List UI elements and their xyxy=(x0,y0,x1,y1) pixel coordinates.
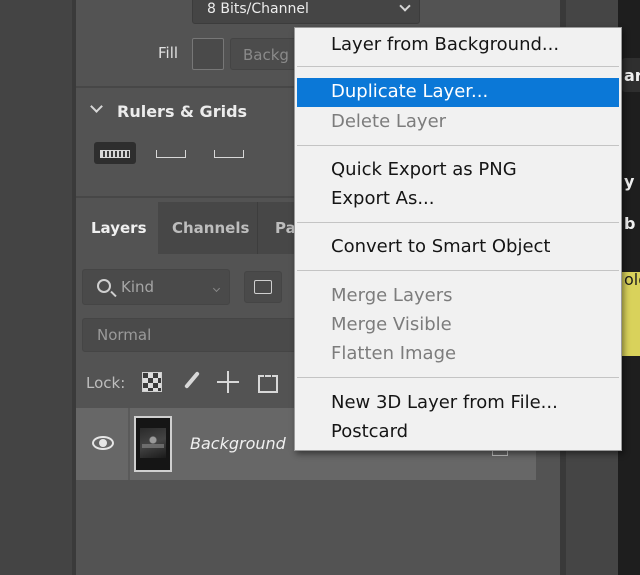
blend-mode-select[interactable]: Normal xyxy=(82,318,302,352)
menu-separator xyxy=(297,270,619,271)
lock-label: Lock: xyxy=(86,374,126,392)
menu-item-duplicate-layer[interactable]: Duplicate Layer... xyxy=(297,78,619,107)
tab-layers[interactable]: Layers xyxy=(76,202,158,254)
bit-depth-value: 8 Bits/Channel xyxy=(207,1,309,17)
tab-label: Layers xyxy=(91,219,147,237)
menu-item-label: Merge Visible xyxy=(331,314,452,335)
row-divider xyxy=(128,408,130,480)
rulers-grids-title: Rulers & Grids xyxy=(117,102,248,121)
search-icon xyxy=(97,279,111,293)
menu-item-label: Flatten Image xyxy=(331,343,457,364)
menu-item-quick-export-png[interactable]: Quick Export as PNG xyxy=(295,156,621,185)
grid-icon xyxy=(156,150,186,158)
layer-name: Background xyxy=(190,434,286,453)
menu-separator xyxy=(297,145,619,146)
fill-label: Fill xyxy=(158,44,179,62)
rulers-toggle-button[interactable] xyxy=(94,142,136,164)
tab-label: Channels xyxy=(172,219,250,237)
grid-toggle-button[interactable] xyxy=(150,142,192,164)
menu-item-label: Convert to Smart Object xyxy=(331,236,551,257)
menu-item-label: Merge Layers xyxy=(331,285,453,306)
menu-separator xyxy=(297,377,619,378)
menu-item-label: Quick Export as PNG xyxy=(331,159,517,180)
layer-context-menu: Layer from Background... Duplicate Layer… xyxy=(294,27,622,451)
fill-color-swatch[interactable] xyxy=(192,38,224,70)
right-panel-text: b xyxy=(624,214,636,233)
layers-panel-footer xyxy=(76,480,536,575)
menu-separator xyxy=(297,66,619,67)
menu-item-export-as[interactable]: Export As... xyxy=(295,185,621,214)
menu-item-delete-layer: Delete Layer xyxy=(295,108,621,137)
menu-item-merge-layers: Merge Layers xyxy=(295,282,621,311)
pixel-layer-filter-button[interactable] xyxy=(244,271,282,303)
menu-item-merge-visible: Merge Visible xyxy=(295,311,621,340)
lock-position-icon[interactable] xyxy=(216,370,240,394)
menu-item-label: Export As... xyxy=(331,188,435,209)
bit-depth-select[interactable]: 8 Bits/Channel xyxy=(192,0,420,24)
lock-transparent-pixels-icon[interactable] xyxy=(142,372,162,392)
menu-separator xyxy=(297,222,619,223)
guides-toggle-button[interactable] xyxy=(208,142,250,164)
right-panel-text: ari xyxy=(624,66,640,85)
image-icon xyxy=(254,280,272,294)
menu-item-new-3d-layer[interactable]: New 3D Layer from File... xyxy=(295,389,621,418)
menu-item-convert-smart-object[interactable]: Convert to Smart Object xyxy=(295,233,621,262)
eye-icon[interactable] xyxy=(92,436,114,450)
layer-thumbnail xyxy=(134,416,172,472)
menu-item-label: Postcard xyxy=(331,421,409,442)
filter-kind-value: Kind xyxy=(121,278,155,296)
lock-artboard-icon[interactable] xyxy=(254,370,278,394)
left-panel-strip xyxy=(0,0,72,575)
chevron-down-icon xyxy=(399,0,411,12)
menu-item-label: Duplicate Layer... xyxy=(331,81,489,102)
menu-item-flatten-image: Flatten Image xyxy=(295,340,621,369)
filter-kind-select[interactable]: Kind xyxy=(82,269,230,305)
right-panel-text: olo xyxy=(624,270,640,289)
menu-item-label: New 3D Layer from File... xyxy=(331,392,558,413)
lock-image-pixels-icon[interactable] xyxy=(180,370,204,394)
tab-channels[interactable]: Channels xyxy=(158,202,258,254)
tab-label: Pa xyxy=(275,219,296,237)
chevron-down-icon xyxy=(212,284,221,293)
right-panel-text: y xyxy=(624,172,635,191)
blend-mode-value: Normal xyxy=(97,326,152,344)
menu-item-layer-from-background[interactable]: Layer from Background... xyxy=(295,31,621,60)
guides-icon xyxy=(214,150,244,158)
menu-item-postcard[interactable]: Postcard xyxy=(295,418,621,447)
menu-item-label: Delete Layer xyxy=(331,111,447,132)
menu-item-label: Layer from Background... xyxy=(331,34,560,55)
ruler-icon xyxy=(100,150,130,158)
fill-value: Backg xyxy=(243,46,289,64)
